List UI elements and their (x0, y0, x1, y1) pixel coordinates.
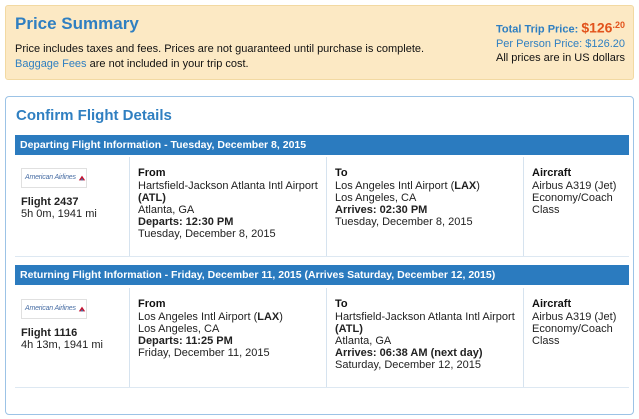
cabin-class-suffix: Class (532, 204, 560, 216)
to-label: To (335, 298, 348, 310)
from-label: From (138, 167, 166, 179)
departure-time: Departs: 12:30 PM (138, 216, 234, 228)
price-disclaimer: Price includes taxes and fees. Prices ar… (15, 43, 425, 55)
arrival-time: Arrives: 06:38 AM (next day) (335, 347, 483, 359)
from-airport-code: LAX (257, 311, 280, 323)
from-label: From (138, 298, 166, 310)
from-airport: Hartsfield-Jackson Atlanta Intl Airport (138, 180, 318, 192)
airline-eagle-icon (78, 175, 86, 181)
to-airport-close: ) (476, 180, 480, 192)
flight-duration: 4h 13m, 1941 mi (21, 339, 103, 351)
confirm-flight-details-panel: Confirm Flight Details Departing Flight … (5, 96, 634, 415)
to-city: Atlanta, GA (335, 335, 392, 347)
from-airport-close: ) (279, 311, 283, 323)
baggage-fees-link[interactable]: Baggage Fees (15, 58, 87, 70)
from-airport-name: Los Angeles Intl Airport ( (138, 311, 258, 323)
to-airport-code: (ATL) (335, 323, 363, 335)
currency-note: All prices are in US dollars (496, 51, 625, 64)
price-summary-panel: Price Summary Price includes taxes and f… (5, 5, 634, 80)
returning-to: To Hartsfield-Jackson Atlanta Intl Airpo… (327, 288, 524, 387)
total-trip-price-label: Total Trip Price: (495, 23, 582, 36)
arrival-date: Saturday, December 12, 2015 (335, 359, 481, 371)
total-trip-price: Total Trip Price: $126.20 (496, 18, 625, 37)
airline-logo-text: American Airlines (25, 174, 76, 181)
price-summary-title: Price Summary (15, 14, 139, 33)
to-airport: Hartsfield-Jackson Atlanta Intl Airport (335, 311, 515, 323)
per-person-price: Per Person Price: $126.20 (495, 37, 625, 50)
flight-number: Flight 1116 (21, 327, 78, 339)
departing-flight-info: American Airlines Flight 2437 5h 0m, 194… (15, 157, 130, 256)
airline-logo: American Airlines (21, 299, 87, 319)
from-airport: Los Angeles Intl Airport (LAX) (138, 311, 320, 323)
to-city: Los Angeles, CA (335, 192, 417, 204)
from-city: Los Angeles, CA (138, 323, 220, 335)
price-totals: Total Trip Price: $126.20 Per Person Pri… (496, 18, 625, 65)
returning-flight-info: American Airlines Flight 1116 4h 13m, 19… (15, 288, 130, 387)
aircraft-type: Airbus A319 (Jet) (532, 180, 617, 192)
returning-from: From Los Angeles Intl Airport (LAX) Los … (130, 288, 327, 387)
returning-aircraft: Aircraft Airbus A319 (Jet) Economy/Coach… (524, 288, 629, 387)
aircraft-type: Airbus A319 (Jet) (532, 311, 617, 323)
departing-to: To Los Angeles Intl Airport (LAX) Los An… (327, 157, 524, 256)
baggage-note-text: are not included in your trip cost. (86, 58, 249, 70)
airline-eagle-icon (78, 306, 86, 312)
to-airport: Los Angeles Intl Airport (LAX) (335, 180, 517, 192)
to-airport-code: LAX (454, 180, 477, 192)
arrival-date: Tuesday, December 8, 2015 (335, 216, 473, 228)
aircraft-label: Aircraft (532, 167, 572, 179)
to-airport-name: Los Angeles Intl Airport ( (335, 180, 455, 192)
flight-number: Flight 2437 (21, 196, 79, 208)
departure-date: Tuesday, December 8, 2015 (138, 228, 276, 240)
flight-duration: 5h 0m, 1941 mi (21, 208, 97, 220)
departing-from: From Hartsfield-Jackson Atlanta Intl Air… (130, 157, 327, 256)
total-trip-price-cents: .20 (612, 20, 625, 30)
departing-aircraft: Aircraft Airbus A319 (Jet) Economy/Coach… (524, 157, 629, 256)
airline-logo: American Airlines (21, 168, 87, 188)
baggage-note: Baggage Fees are not included in your tr… (15, 58, 249, 70)
departure-date: Friday, December 11, 2015 (138, 347, 270, 359)
confirm-flight-details-title: Confirm Flight Details (16, 107, 172, 124)
to-label: To (335, 167, 348, 179)
cabin-class: Economy/Coach (532, 192, 613, 204)
departing-flight-header: Departing Flight Information - Tuesday, … (15, 135, 629, 155)
cabin-class: Economy/Coach (532, 323, 613, 335)
from-airport-code: (ATL) (138, 192, 166, 204)
aircraft-label: Aircraft (532, 298, 572, 310)
returning-flight-header: Returning Flight Information - Friday, D… (15, 265, 629, 285)
arrival-time: Arrives: 02:30 PM (335, 204, 428, 216)
total-trip-price-dollars: $126 (581, 19, 613, 36)
from-city: Atlanta, GA (138, 204, 195, 216)
airline-logo-text: American Airlines (25, 305, 76, 312)
departing-flight-row: American Airlines Flight 2437 5h 0m, 194… (15, 157, 629, 257)
cabin-class-suffix: Class (532, 335, 560, 347)
returning-flight-row: American Airlines Flight 1116 4h 13m, 19… (15, 288, 629, 388)
departure-time: Departs: 11:25 PM (138, 335, 233, 347)
